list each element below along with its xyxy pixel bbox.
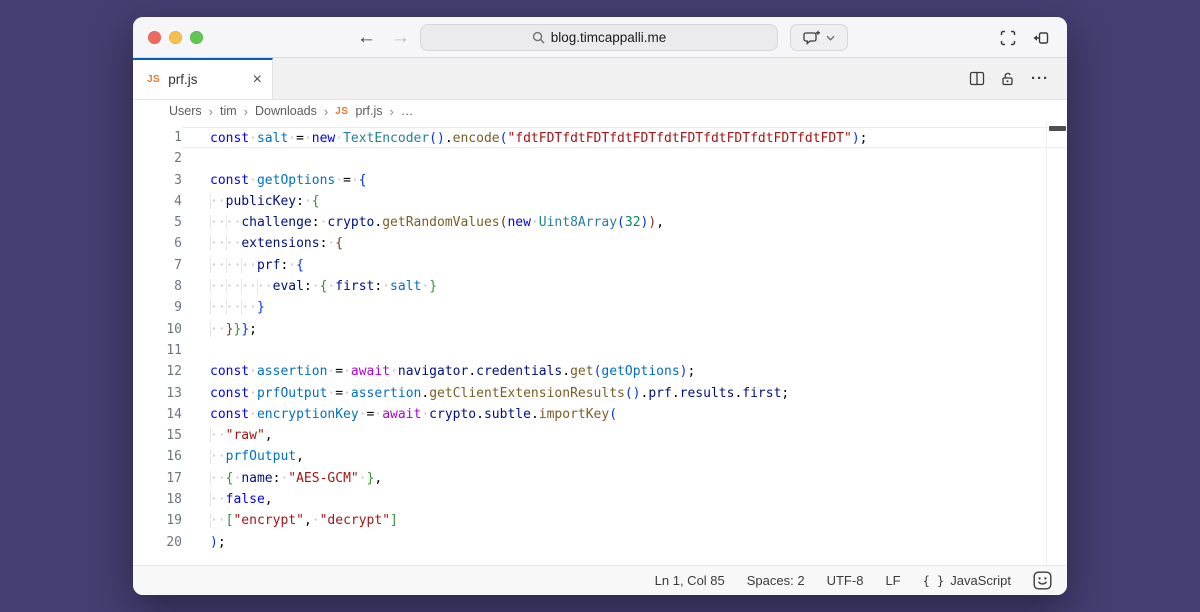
line-number: 16 [133, 446, 182, 467]
status-encoding[interactable]: UTF-8 [827, 573, 864, 588]
browser-window: ← → blog.timcappalli.me [133, 17, 1067, 595]
nav-buttons: ← → [357, 17, 410, 58]
code-line: 6····extensions:·{ [133, 233, 1067, 254]
code-line: 15··"raw", [133, 425, 1067, 446]
line-number: 5 [133, 212, 182, 233]
code-line: 9······} [133, 297, 1067, 318]
status-cursor-position[interactable]: Ln 1, Col 85 [655, 573, 725, 588]
line-number: 13 [133, 383, 182, 404]
code-line: 12const·assertion·=·await·navigator.cred… [133, 361, 1067, 382]
line-number: 17 [133, 468, 182, 489]
code-line: 7······prf:·{ [133, 255, 1067, 276]
line-number: 15 [133, 425, 182, 446]
breadcrumb-item-more[interactable]: … [401, 104, 414, 118]
search-icon [532, 31, 545, 44]
code-line: 3const·getOptions·=·{ [133, 170, 1067, 191]
line-number: 2 [133, 148, 182, 169]
toolbar-right-icons [1000, 17, 1049, 58]
line-number: 4 [133, 191, 182, 212]
code-line: 8········eval:·{·first:·salt·} [133, 276, 1067, 297]
window-controls [148, 31, 203, 44]
line-number: 14 [133, 404, 182, 425]
code-line: 14const·encryptionKey·=·await·crypto.sub… [133, 404, 1067, 425]
code-line: 5····challenge:·crypto.getRandomValues(n… [133, 212, 1067, 233]
line-number: 19 [133, 510, 182, 531]
status-language-label: JavaScript [950, 573, 1011, 588]
chevron-down-icon [826, 35, 835, 41]
line-number: 11 [133, 340, 182, 361]
javascript-file-icon: JS [335, 106, 348, 117]
line-number: 8 [133, 276, 182, 297]
status-language[interactable]: { } JavaScript [923, 573, 1011, 588]
zoom-window-button[interactable] [190, 31, 203, 44]
minimize-window-button[interactable] [169, 31, 182, 44]
dock-window-icon[interactable] [1031, 30, 1049, 46]
line-number: 18 [133, 489, 182, 510]
breadcrumb-separator: › [324, 104, 328, 119]
code-line: 4··publicKey:·{ [133, 191, 1067, 212]
breadcrumb-item-file[interactable]: prf.js [355, 104, 382, 118]
code-editor[interactable]: 1const·salt·=·new·TextEncoder().encode("… [133, 122, 1067, 565]
line-number: 1 [133, 127, 182, 148]
line-number: 12 [133, 361, 182, 382]
line-number: 7 [133, 255, 182, 276]
line-number: 3 [133, 170, 182, 191]
line-number: 20 [133, 532, 182, 553]
code-line: 2 [133, 148, 1067, 169]
more-actions-icon[interactable]: ··· [1031, 70, 1049, 87]
line-number: 6 [133, 233, 182, 254]
feedback-smiley-icon[interactable] [1033, 571, 1052, 590]
tab-label: prf.js [168, 72, 197, 87]
code-line: 19··["encrypt",·"decrypt"] [133, 510, 1067, 531]
speech-bubble-plus-icon [803, 30, 821, 46]
split-editor-icon[interactable] [969, 71, 985, 86]
breadcrumb-separator: › [209, 104, 213, 119]
breadcrumb: Users › tim › Downloads › JS prf.js › … [133, 100, 1067, 122]
code-lines: 1const·salt·=·new·TextEncoder().encode("… [133, 127, 1067, 553]
code-line: 16··prfOutput, [133, 446, 1067, 467]
scrollbar-track [1046, 122, 1047, 565]
breadcrumb-item-downloads[interactable]: Downloads [255, 104, 317, 118]
browser-toolbar: ← → blog.timcappalli.me [133, 17, 1067, 58]
breadcrumb-item-tim[interactable]: tim [220, 104, 237, 118]
code-line: 18··false, [133, 489, 1067, 510]
chat-button[interactable] [790, 24, 848, 51]
close-tab-icon[interactable]: × [253, 72, 262, 88]
status-eol[interactable]: LF [885, 573, 900, 588]
forward-arrow-icon[interactable]: → [391, 27, 410, 49]
curly-brackets-icon: { } [923, 574, 945, 588]
code-line: 17··{·name:·"AES-GCM"·}, [133, 468, 1067, 489]
editor-tab-bar: JS prf.js × ··· [133, 58, 1067, 100]
scrollbar-thumb[interactable] [1049, 126, 1066, 131]
status-indentation[interactable]: Spaces: 2 [747, 573, 805, 588]
breadcrumb-separator: › [390, 104, 394, 119]
unlock-icon[interactable] [1000, 71, 1016, 87]
fullscreen-icon[interactable] [1000, 30, 1016, 46]
editor-actions: ··· [969, 58, 1067, 99]
code-line: 13const·prfOutput·=·assertion.getClientE… [133, 383, 1067, 404]
line-number: 10 [133, 319, 182, 340]
close-window-button[interactable] [148, 31, 161, 44]
breadcrumb-item-users[interactable]: Users [169, 104, 202, 118]
line-number: 9 [133, 297, 182, 318]
address-bar[interactable]: blog.timcappalli.me [420, 24, 778, 51]
back-arrow-icon[interactable]: ← [357, 27, 376, 49]
javascript-file-icon: JS [147, 74, 160, 85]
status-bar: Ln 1, Col 85 Spaces: 2 UTF-8 LF { } Java… [133, 565, 1067, 595]
code-line: 20); [133, 532, 1067, 553]
code-line: 11 [133, 340, 1067, 361]
code-line: 10··}}}; [133, 319, 1067, 340]
tab-prf-js[interactable]: JS prf.js × [133, 58, 273, 99]
code-line: 1const·salt·=·new·TextEncoder().encode("… [133, 127, 1067, 148]
breadcrumb-separator: › [244, 104, 248, 119]
address-bar-url: blog.timcappalli.me [551, 30, 667, 45]
